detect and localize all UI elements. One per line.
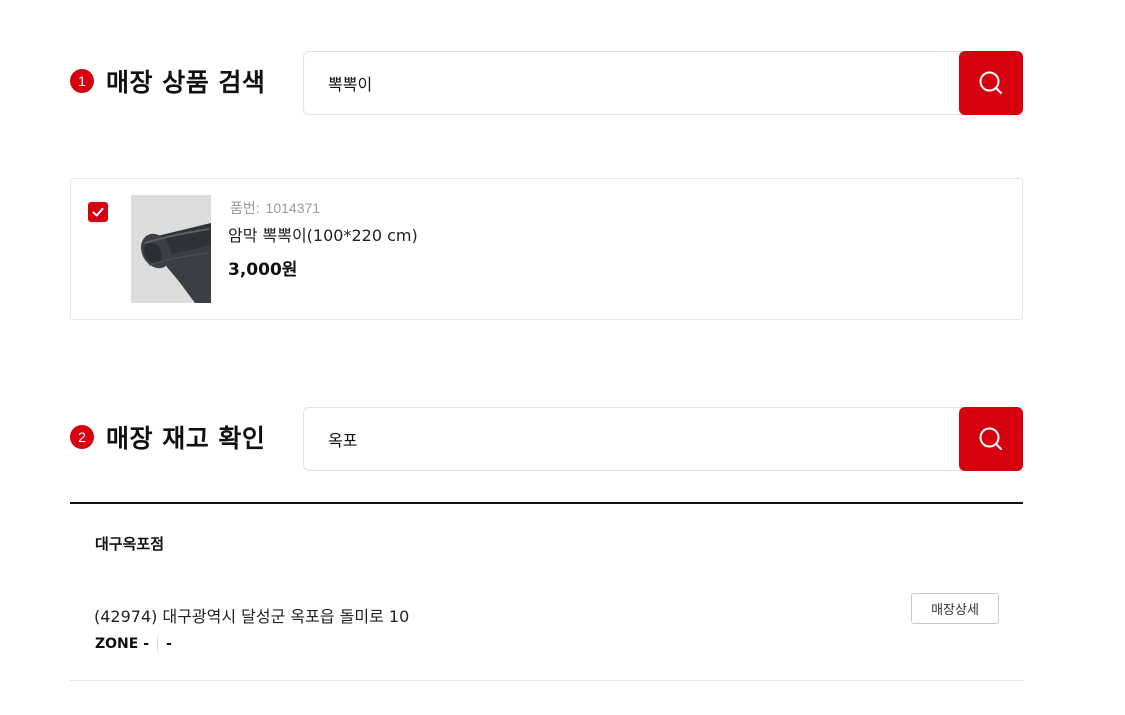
step-badge-2: 2	[70, 425, 94, 449]
store-search-input[interactable]	[304, 408, 959, 470]
store-search-button[interactable]	[959, 407, 1023, 471]
product-image	[131, 195, 211, 303]
product-search-title: 매장 상품 검색	[106, 68, 266, 97]
stock-check-title: 매장 재고 확인	[106, 424, 266, 453]
search-icon	[979, 427, 1002, 450]
zone-label: ZONE -	[95, 636, 150, 652]
result-divider-top	[70, 502, 1023, 504]
product-price: 3,000원	[228, 260, 298, 280]
result-divider-bottom	[70, 680, 1023, 681]
product-code-value: 1014371	[265, 200, 321, 216]
zone-separator	[157, 637, 159, 651]
product-card[interactable]: 품번: 1014371 암막 뽁뽁이(100*220 cm) 3,000원	[70, 178, 1023, 320]
product-code: 품번: 1014371	[228, 198, 320, 218]
check-icon	[92, 207, 104, 217]
product-search-header: 1 매장 상품 검색	[70, 63, 265, 99]
product-search-input[interactable]	[304, 52, 959, 114]
product-checkbox[interactable]	[88, 202, 108, 222]
store-search-box	[303, 407, 1023, 471]
store-name: 대구옥포점	[95, 535, 165, 553]
stock-check-header: 2 매장 재고 확인	[70, 419, 265, 455]
product-code-label: 품번:	[230, 200, 260, 216]
store-zone: ZONE - -	[95, 636, 172, 652]
step-badge-1: 1	[70, 69, 94, 93]
store-detail-button[interactable]: 매장상세	[911, 593, 999, 624]
product-search-box	[303, 51, 1023, 115]
store-address: (42974) 대구광역시 달성군 옥포읍 돌미로 10	[94, 607, 410, 626]
zone-value: -	[166, 636, 172, 652]
product-name: 암막 뽁뽁이(100*220 cm)	[228, 226, 418, 245]
search-icon	[979, 71, 1002, 94]
product-search-button[interactable]	[959, 51, 1023, 115]
